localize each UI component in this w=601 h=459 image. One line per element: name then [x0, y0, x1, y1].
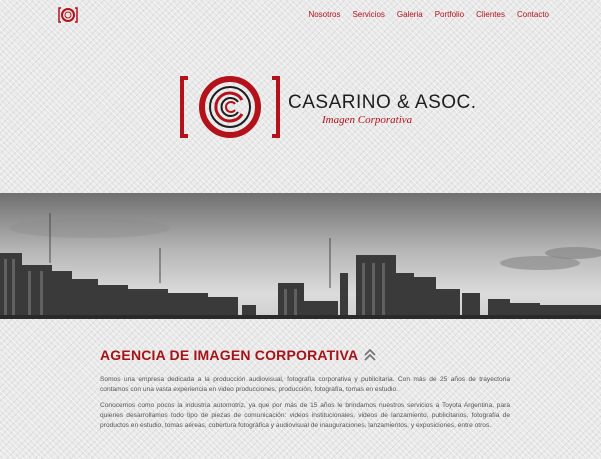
skyline-banner — [0, 193, 601, 319]
camera-lens-logo-icon[interactable] — [58, 6, 78, 24]
camera-lens-logo-icon — [180, 76, 280, 138]
nav-item-clientes[interactable]: Clientes — [476, 10, 505, 19]
main-content: AGENCIA DE IMAGEN CORPORATIVA Somos una … — [100, 347, 510, 431]
automotive-paragraph: Conocemos como pocos la industria automo… — [100, 402, 510, 429]
main-nav: Nosotros Servicios Galeria Portfolio Cli… — [308, 10, 549, 19]
nav-item-portfolio[interactable]: Portfolio — [435, 10, 464, 19]
skyline-image — [0, 193, 601, 319]
double-chevron-up-icon[interactable] — [364, 349, 376, 361]
page-title: AGENCIA DE IMAGEN CORPORATIVA — [100, 347, 359, 363]
brand-name: CASARINO & ASOC. — [288, 92, 477, 113]
nav-item-contacto[interactable]: Contacto — [517, 10, 549, 19]
top-bar: Nosotros Servicios Galeria Portfolio Cli… — [0, 0, 601, 32]
nav-item-nosotros[interactable]: Nosotros — [308, 10, 340, 19]
brand-tagline: Imagen Corporativa — [322, 114, 413, 126]
nav-item-galeria[interactable]: Galeria — [397, 10, 423, 19]
nav-item-servicios[interactable]: Servicios — [352, 10, 384, 19]
intro-paragraph: Somos una empresa dedicada a la producci… — [100, 376, 510, 393]
section-heading: AGENCIA DE IMAGEN CORPORATIVA — [100, 347, 510, 363]
